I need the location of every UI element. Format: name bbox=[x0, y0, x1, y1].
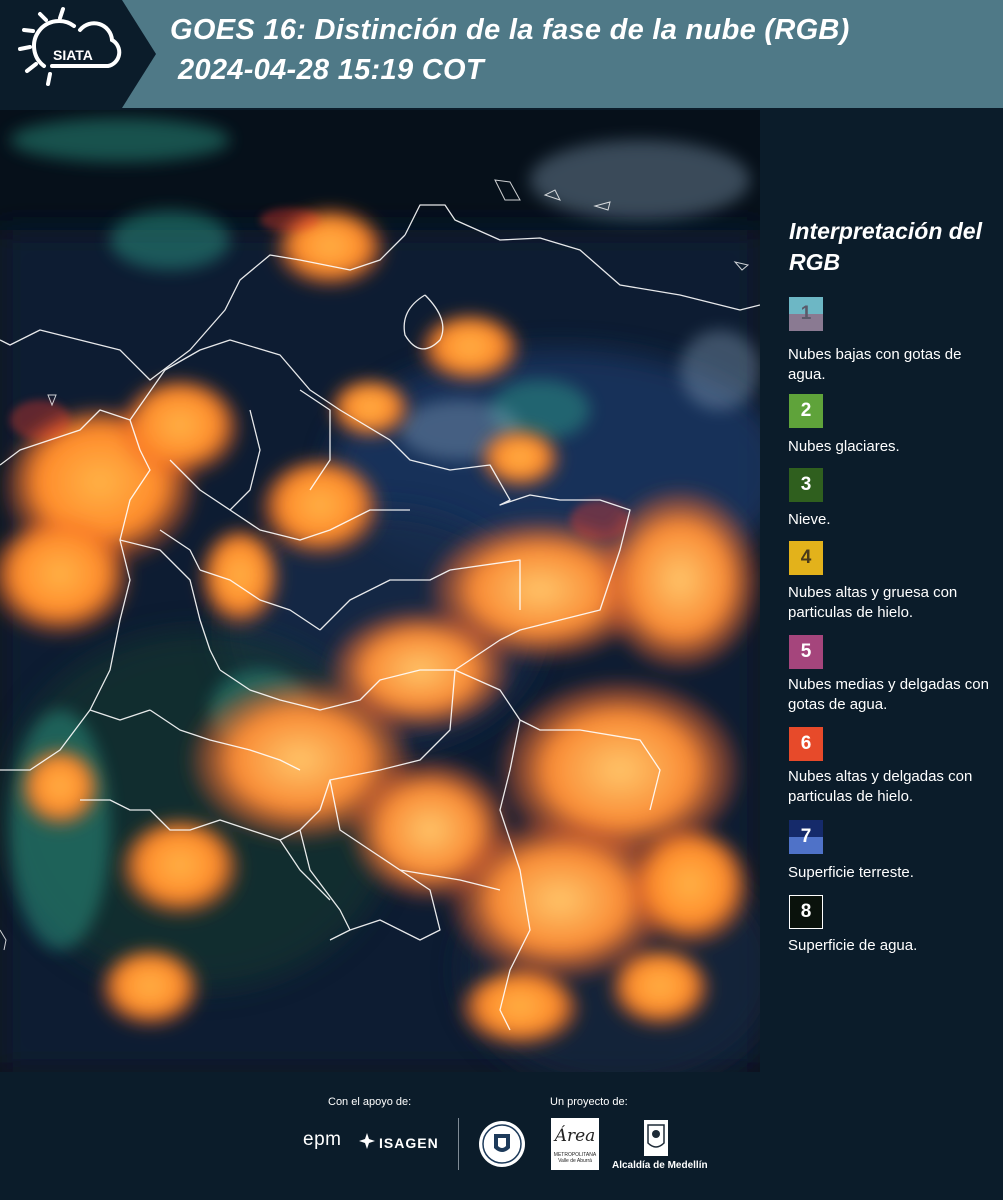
page-title: GOES 16: Distinción de la fase de la nub… bbox=[170, 14, 850, 46]
area-logo-subtext: METROPOLITANA Valle de Aburrá bbox=[553, 1152, 597, 1164]
footer: Con el apoyo de: Un proyecto de: epm ISA… bbox=[0, 1072, 1003, 1200]
siata-logo-icon: SIATA bbox=[0, 0, 156, 108]
isagen-logo[interactable]: ISAGEN bbox=[379, 1135, 439, 1151]
legend-label-2: Nubes glaciares. bbox=[788, 438, 900, 455]
legend-label-4: Nubes altas y gruesa con particulas de h… bbox=[788, 584, 958, 621]
project-label: Un proyecto de: bbox=[550, 1096, 628, 1108]
legend-swatch-7: 7 bbox=[789, 820, 823, 854]
legend-swatch-2: 2 bbox=[789, 394, 823, 428]
svg-text:SIATA: SIATA bbox=[53, 47, 93, 63]
legend-label-1: Nubes bajas con gotas de agua. bbox=[788, 346, 962, 383]
isagen-star-icon bbox=[359, 1133, 375, 1149]
satellite-rgb-image bbox=[0, 110, 760, 1072]
legend-swatch-6: 6 bbox=[789, 727, 823, 761]
footer-divider bbox=[458, 1118, 459, 1170]
alcaldia-medellin-logo[interactable]: Alcaldía de Medellín bbox=[612, 1160, 708, 1171]
area-logo-text: Área bbox=[554, 1126, 596, 1146]
legend-label-6: Nubes altas y delgadas con particulas de… bbox=[788, 768, 973, 805]
alcaldia-shield-icon bbox=[644, 1120, 668, 1156]
legend-swatch-4: 4 bbox=[789, 541, 823, 575]
satellite-map[interactable] bbox=[0, 110, 760, 1072]
legend-swatch-1: 1 bbox=[789, 297, 823, 331]
legend-label-3: Nieve. bbox=[788, 511, 831, 528]
header-bar: SIATA GOES 16: Distinción de la fase de … bbox=[0, 0, 1003, 108]
legend-swatch-3: 3 bbox=[789, 468, 823, 502]
legend-swatch-5: 5 bbox=[789, 635, 823, 669]
legend-title: Interpretación del RGB bbox=[789, 218, 982, 275]
siata-logo[interactable]: SIATA bbox=[0, 0, 156, 108]
university-seal-icon[interactable] bbox=[478, 1120, 526, 1168]
page-timestamp: 2024-04-28 15:19 COT bbox=[178, 54, 484, 86]
legend-label-7: Superficie terreste. bbox=[788, 864, 914, 881]
legend-label-5: Nubes medias y delgadas con gotas de agu… bbox=[788, 676, 989, 713]
rgb-legend: Interpretación del RGB 1 Nubes bajas con… bbox=[776, 110, 998, 1072]
epm-logo[interactable]: epm bbox=[303, 1129, 341, 1151]
support-label: Con el apoyo de: bbox=[328, 1096, 412, 1108]
legend-label-8: Superficie de agua. bbox=[788, 937, 918, 954]
legend-swatch-8: 8 bbox=[789, 895, 823, 929]
area-metropolitana-logo[interactable]: Área METROPOLITANA Valle de Aburrá bbox=[551, 1118, 599, 1170]
